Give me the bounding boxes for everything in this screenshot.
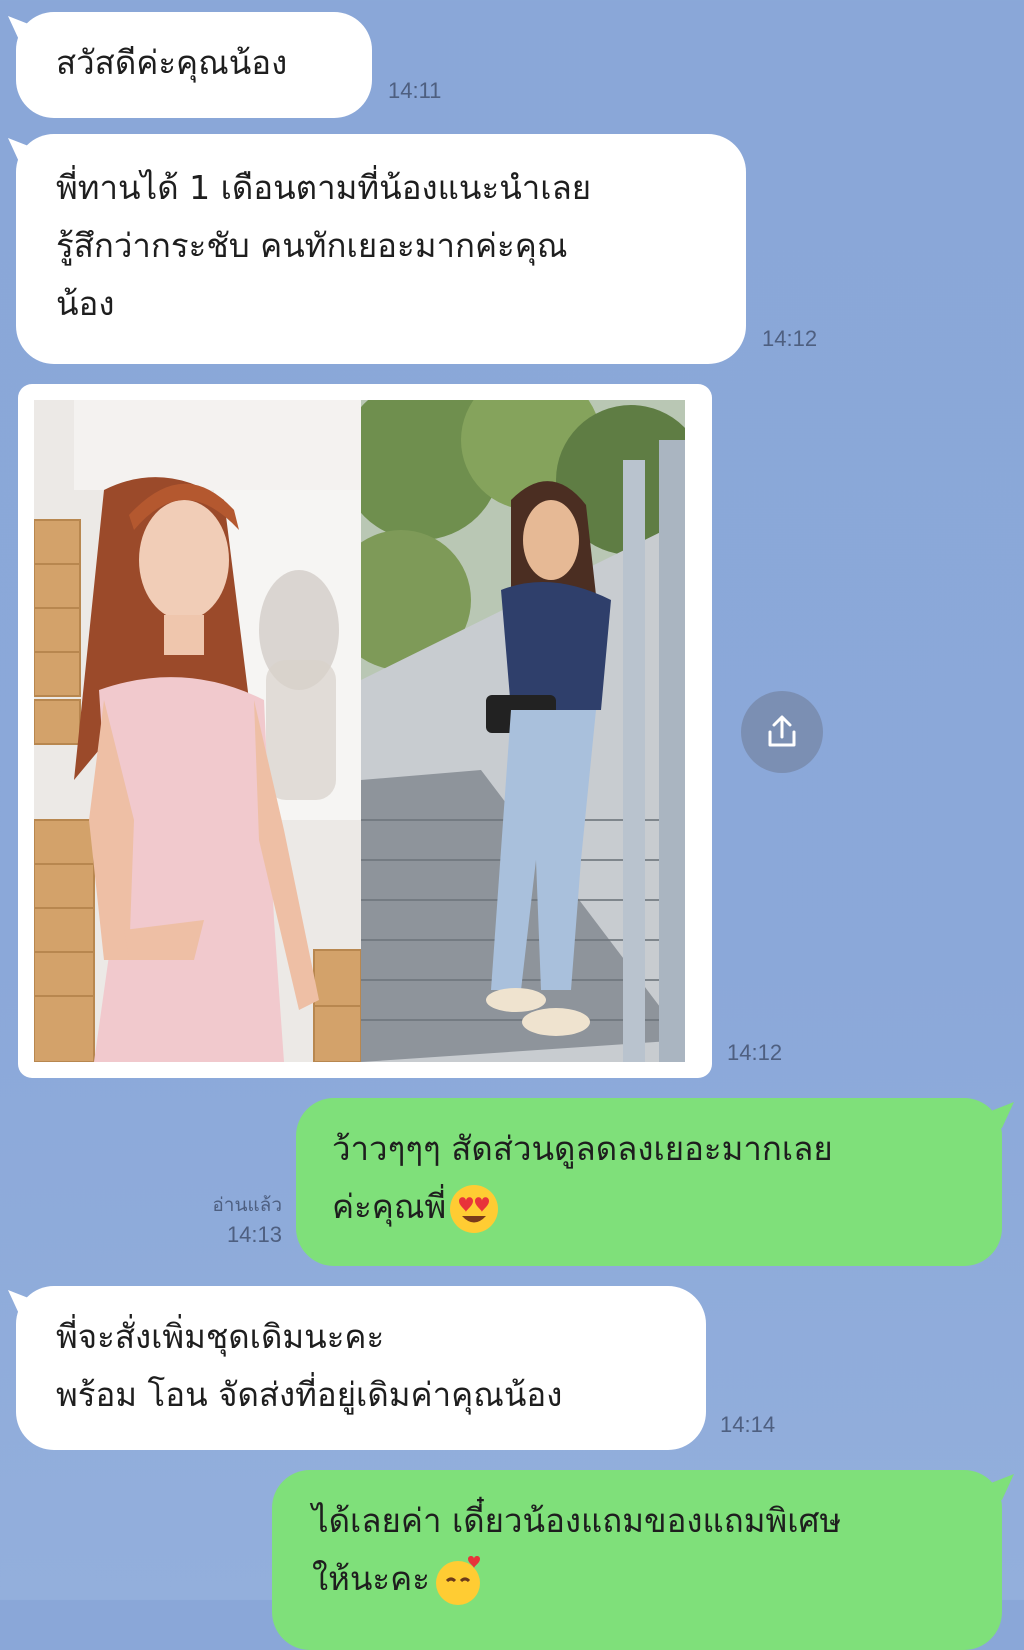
message-time: 14:13 (226, 1222, 282, 1247)
message-bubble-incoming[interactable]: พี่จะสั่งเพิ่มชุดเดิมนะคะ พร้อม โอน จัดส… (16, 1286, 706, 1450)
message-text: พร้อม โอน จัดส่งที่อยู่เดิมค่าคุณน้อง (56, 1375, 563, 1414)
message-time: 14:12 (762, 326, 818, 351)
message-bubble-incoming[interactable]: พี่ทานได้ 1 เดือนตามที่น้องแนะนำเลย รู้ส… (16, 134, 746, 364)
message-text: ค่ะคุณพี่ (332, 1187, 447, 1226)
message-text: ได้เลยค่า เดี๋ยวน้องแถมของแถมพิเศษ (312, 1501, 842, 1540)
read-status: อ่านแล้ว 14:13 (170, 1190, 282, 1250)
message-bubble-outgoing[interactable]: ได้เลยค่า เดี๋ยวน้องแถมของแถมพิเศษ ให้นะ… (272, 1470, 1002, 1650)
chat-thread: สวัสดีค่ะคุณน้อง 14:11 พี่ทานได้ 1 เดือน… (0, 0, 1024, 1650)
message-bubble-incoming[interactable]: สวัสดีค่ะคุณน้อง (16, 12, 372, 118)
message-text: ว้าวๆๆๆ สัดส่วนดูลดลงเยอะมากเลย (332, 1129, 833, 1168)
message-time: 14:12 (727, 1040, 783, 1065)
read-label: อ่านแล้ว (212, 1194, 282, 1216)
message-time: 14:14 (720, 1412, 776, 1437)
message-text: รู้สึกว่ากระชับ คนทักเยอะมากค่ะคุณ (56, 226, 568, 265)
message-image[interactable] (18, 384, 712, 1078)
bubble-tail (984, 1102, 1014, 1128)
message-bubble-outgoing[interactable]: ว้าวๆๆๆ สัดส่วนดูลดลงเยอะมากเลย ค่ะคุณพี… (296, 1098, 1002, 1266)
smiling-hearts-emoji (435, 1555, 480, 1605)
message-text: พี่จะสั่งเพิ่มชุดเดิมนะคะ (56, 1317, 385, 1356)
share-button[interactable] (741, 691, 823, 773)
message-text: ให้นะคะ (312, 1559, 430, 1598)
heart-eyes-emoji (450, 1184, 499, 1233)
message-text: สวัสดีค่ะคุณน้อง (56, 43, 288, 82)
photo-before[interactable] (34, 400, 361, 1062)
share-icon (768, 715, 796, 747)
message-text: พี่ทานได้ 1 เดือนตามที่น้องแนะนำเลย (56, 168, 592, 207)
bubble-tail (984, 1474, 1014, 1500)
message-time: 14:11 (388, 78, 442, 103)
message-text: น้อง (56, 284, 115, 323)
photo-after[interactable] (361, 400, 685, 1062)
